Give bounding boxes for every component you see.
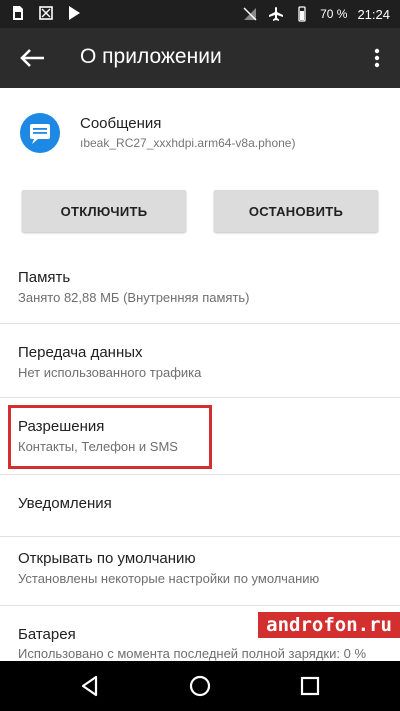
- image-icon: [39, 6, 53, 20]
- status-bar: 70 % 21:24: [0, 0, 400, 28]
- back-arrow-icon[interactable]: [18, 46, 46, 70]
- back-triangle-icon[interactable]: [78, 674, 102, 698]
- row-subtitle: Установлены некоторые настройки по умолч…: [18, 571, 320, 586]
- no-signal-icon: [243, 7, 257, 21]
- messages-app-icon: [20, 113, 60, 153]
- page-title: О приложении: [80, 45, 222, 68]
- chat-bubble-icon: [30, 124, 50, 144]
- highlight-frame: [8, 405, 212, 469]
- row-title: Уведомления: [18, 495, 112, 512]
- row-title: Открывать по умолчанию: [18, 550, 196, 567]
- home-circle-icon[interactable]: [188, 674, 212, 698]
- app-name: Сообщения: [80, 115, 162, 132]
- settings-row-data-usage[interactable]: Передача данных Нет использованного траф…: [0, 324, 400, 397]
- battery-percent: 70 %: [320, 7, 348, 21]
- battery-icon: [298, 6, 306, 22]
- row-title: Память: [18, 269, 71, 286]
- settings-row-storage[interactable]: Память Занято 82,88 МБ (Внутренняя памят…: [0, 255, 400, 323]
- status-bar-system: 70 % 21:24: [242, 6, 390, 22]
- settings-row-open-by-default[interactable]: Открывать по умолчанию Установлены некот…: [0, 537, 400, 605]
- row-title: Батарея: [18, 626, 76, 643]
- app-bar: О приложении: [0, 28, 400, 88]
- disable-button[interactable]: ОТКЛЮЧИТЬ: [22, 190, 186, 232]
- app-package: ıbeak_RC27_xxxhdpi.arm64-v8a.phone): [80, 136, 296, 150]
- sim-icon: [13, 6, 23, 20]
- row-subtitle: Занято 82,88 МБ (Внутренняя память): [18, 290, 250, 305]
- navigation-bar: [0, 661, 400, 711]
- play-store-icon: [69, 6, 80, 20]
- recents-square-icon[interactable]: [298, 674, 322, 698]
- settings-row-notifications[interactable]: Уведомления: [0, 475, 400, 536]
- stop-button[interactable]: ОСТАНОВИТЬ: [214, 190, 378, 232]
- more-options-icon[interactable]: [368, 46, 386, 70]
- status-bar-notifications: [10, 5, 82, 21]
- clock: 21:24: [357, 6, 390, 22]
- row-subtitle: Использовано с момента последней полной …: [18, 646, 367, 661]
- airplane-icon: [269, 7, 284, 21]
- watermark: androfon.ru: [258, 612, 400, 638]
- row-title: Передача данных: [18, 344, 143, 361]
- row-subtitle: Нет использованного трафика: [18, 365, 202, 380]
